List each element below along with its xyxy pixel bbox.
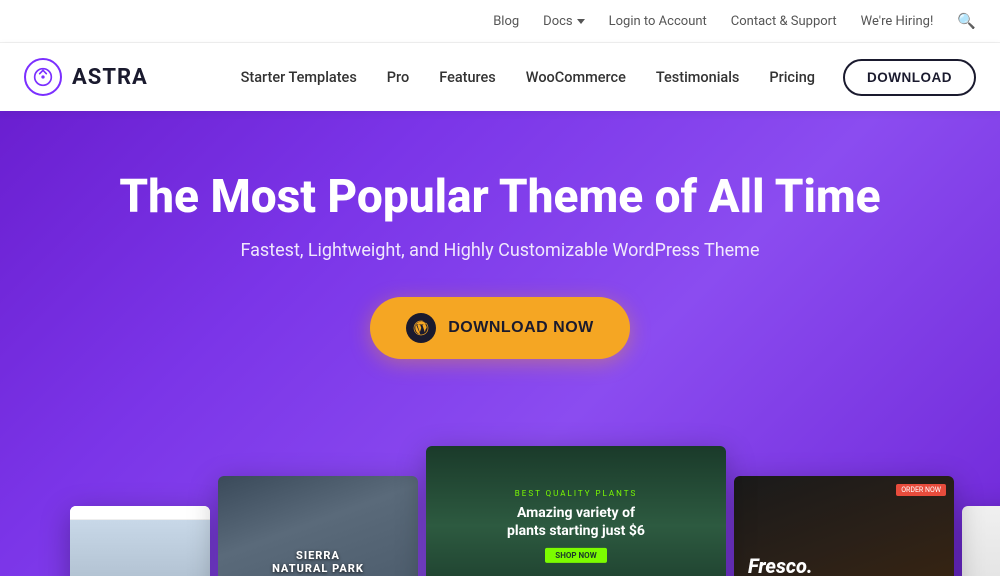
- blog-link[interactable]: Blog: [493, 14, 519, 29]
- nav-links: Starter Templates Pro Features WooCommer…: [229, 59, 976, 96]
- hiring-link[interactable]: We're Hiring!: [861, 14, 934, 29]
- hero-subtitle: Fastest, Lightweight, and Highly Customi…: [240, 240, 759, 261]
- sierra-title: SIERRA NATURAL PARK: [268, 549, 368, 575]
- nav-pro[interactable]: Pro: [375, 63, 421, 92]
- download-now-label: DOWNLOAD NOW: [448, 319, 594, 337]
- nav-features[interactable]: Features: [427, 63, 508, 92]
- contact-link[interactable]: Contact & Support: [731, 14, 837, 29]
- hero-title: The Most Popular Theme of All Time: [119, 171, 880, 224]
- search-icon[interactable]: 🔍: [957, 12, 976, 30]
- mockup-extra-left-nav: [70, 506, 210, 520]
- plant-cta: SHOP NOW: [545, 548, 606, 563]
- main-nav: ASTRA Starter Templates Pro Features Woo…: [0, 43, 1000, 111]
- mockup-sierra-content: SIERRA NATURAL PARK EXPLORE: [268, 549, 368, 576]
- docs-wrapper[interactable]: Docs: [543, 14, 584, 29]
- plant-main-text: Amazing variety of plants starting just …: [501, 504, 651, 540]
- top-bar: Blog Docs Login to Account Contact & Sup…: [0, 0, 1000, 43]
- mockup-extra-right: [962, 506, 1000, 576]
- best-quality-label: BEST QUALITY PLANTS: [501, 489, 651, 498]
- fresco-name: Fresco.: [748, 556, 879, 576]
- mockup-fresco-content: Fresco. ITALIAN SPECIALITIES: [748, 556, 879, 576]
- nav-woocommerce[interactable]: WooCommerce: [514, 63, 638, 92]
- docs-chevron-icon: [577, 19, 585, 24]
- mockup-extra-left-hero: [70, 520, 210, 576]
- fresco-badge: ORDER NOW: [896, 484, 946, 496]
- logo-icon: [24, 58, 62, 96]
- mockup-plants: BEST QUALITY PLANTS Amazing variety of p…: [426, 446, 726, 576]
- nav-pricing[interactable]: Pricing: [757, 63, 827, 92]
- logo[interactable]: ASTRA: [24, 58, 148, 96]
- mockup-sierra: SIERRA NATURAL PARK EXPLORE: [218, 476, 418, 576]
- logo-text: ASTRA: [72, 65, 148, 90]
- mockups-container: SIERRA NATURAL PARK EXPLORE BEST QUALITY…: [70, 446, 930, 576]
- docs-link[interactable]: Docs: [543, 14, 572, 29]
- download-now-button[interactable]: DOWNLOAD NOW: [370, 297, 630, 359]
- mockup-fresco: Fresco. ITALIAN SPECIALITIES ORDER NOW: [734, 476, 954, 576]
- nav-testimonials[interactable]: Testimonials: [644, 63, 752, 92]
- wordpress-icon: [406, 313, 436, 343]
- mockup-plants-content: BEST QUALITY PLANTS Amazing variety of p…: [501, 489, 651, 563]
- hero-section: The Most Popular Theme of All Time Faste…: [0, 111, 1000, 576]
- download-button[interactable]: DOWNLOAD: [843, 59, 976, 96]
- nav-starter-templates[interactable]: Starter Templates: [229, 63, 369, 92]
- login-link[interactable]: Login to Account: [609, 14, 707, 29]
- mockup-extra-left-content: [70, 506, 210, 576]
- mockup-extra-left: [70, 506, 210, 576]
